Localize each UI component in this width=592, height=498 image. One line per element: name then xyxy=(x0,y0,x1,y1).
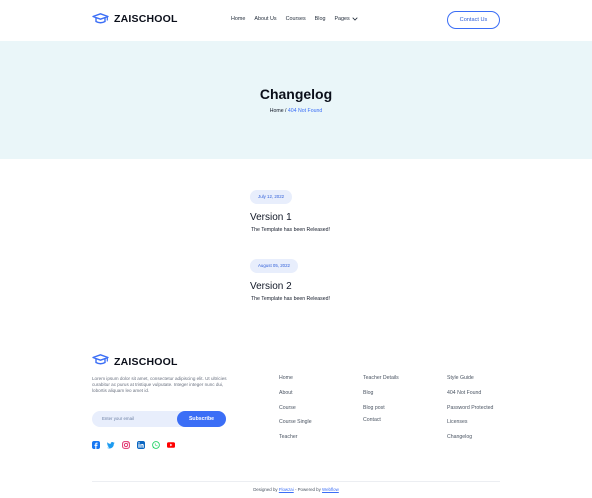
whatsapp-icon[interactable] xyxy=(152,441,160,449)
footer-link-404[interactable]: 404 Not Found xyxy=(447,390,493,405)
footer-link-home[interactable]: Home xyxy=(279,375,312,390)
footer-credit: Designed by Flowzai - Powered by Webflow xyxy=(0,487,592,492)
footer-link-licenses[interactable]: Licenses xyxy=(447,419,493,434)
site-header: ZAISCHOOL Home About Us Courses Blog Pag… xyxy=(0,0,592,41)
chevron-down-icon xyxy=(352,17,358,21)
nav-pages-label: Pages xyxy=(334,16,350,22)
footer-link-teacher[interactable]: Teacher xyxy=(279,434,312,449)
footer-links-col-1: Home About Course Course Single Teacher xyxy=(279,375,312,449)
page-title: Changelog xyxy=(259,86,333,102)
version-title: Version 1 xyxy=(250,212,292,223)
footer-logo[interactable]: ZAISCHOOL xyxy=(92,353,178,371)
footer-link-blog[interactable]: Blog xyxy=(363,390,399,405)
credit-prefix: Designed by xyxy=(253,487,279,492)
version-description: The Template has been Released! xyxy=(251,296,330,302)
contact-us-button[interactable]: Contact Us xyxy=(447,11,500,29)
linkedin-icon[interactable] xyxy=(137,441,145,449)
graduation-cap-icon xyxy=(92,13,109,25)
breadcrumb-current: 404 Not Found xyxy=(287,108,323,114)
footer-link-password-protected[interactable]: Password Protected xyxy=(447,405,493,420)
footer-links-col-3: Style Guide 404 Not Found Password Prote… xyxy=(447,375,493,449)
footer-divider xyxy=(92,481,500,482)
footer-link-course-single[interactable]: Course Single xyxy=(279,419,312,434)
footer-link-contact[interactable]: Contact xyxy=(363,417,399,432)
newsletter-form: Enter your email Subscribe xyxy=(92,411,226,427)
youtube-icon[interactable] xyxy=(167,441,175,449)
date-badge: July 12, 2022 xyxy=(250,190,293,204)
logo-text: ZAISCHOOL xyxy=(114,13,178,25)
instagram-icon[interactable] xyxy=(122,441,130,449)
footer-link-about[interactable]: About xyxy=(279,390,312,405)
footer-links-col-2: Teacher Details Blog Blog post Contact xyxy=(363,375,399,432)
footer-link-teacher-details[interactable]: Teacher Details xyxy=(363,375,399,390)
date-badge: August 05, 2022 xyxy=(250,259,298,273)
social-links xyxy=(92,441,175,449)
footer-link-blog-post[interactable]: Blog post xyxy=(363,405,399,417)
subscribe-button[interactable]: Subscribe xyxy=(177,411,226,427)
footer-link-course[interactable]: Course xyxy=(279,405,312,420)
graduation-cap-icon xyxy=(92,353,109,371)
platform-link[interactable]: Webflow xyxy=(322,487,339,492)
logo[interactable]: ZAISCHOOL xyxy=(92,13,178,25)
footer-about-text: Lorem ipsum dolor sit amet, consectetur … xyxy=(92,376,227,394)
facebook-icon[interactable] xyxy=(92,441,100,449)
nav-blog[interactable]: Blog xyxy=(315,16,326,22)
nav-pages-dropdown[interactable]: Pages xyxy=(334,16,358,22)
changelog-entry: July 12, 2022 Version 1 The Template has… xyxy=(250,185,410,233)
page-hero: Changelog Home / 404 Not Found xyxy=(0,41,592,159)
twitter-icon[interactable] xyxy=(107,441,115,449)
credit-mid: - Powered by xyxy=(293,487,323,492)
nav-courses[interactable]: Courses xyxy=(286,16,306,22)
breadcrumb-home-link[interactable]: Home xyxy=(270,108,284,114)
nav-home[interactable]: Home xyxy=(231,16,245,22)
nav-about-us[interactable]: About Us xyxy=(254,16,276,22)
changelog-entry: August 05, 2022 Version 2 The Template h… xyxy=(250,254,410,302)
version-title: Version 2 xyxy=(250,281,292,292)
designer-link[interactable]: Flowzai xyxy=(279,487,294,492)
footer-link-changelog[interactable]: Changelog xyxy=(447,434,493,449)
footer-link-style-guide[interactable]: Style Guide xyxy=(447,375,493,390)
footer-logo-text: ZAISCHOOL xyxy=(114,356,178,368)
version-description: The Template has been Released! xyxy=(251,227,330,233)
main-nav: Home About Us Courses Blog Pages xyxy=(231,16,358,22)
breadcrumb: Home / 404 Not Found xyxy=(0,108,592,114)
email-input[interactable]: Enter your email xyxy=(102,416,134,421)
